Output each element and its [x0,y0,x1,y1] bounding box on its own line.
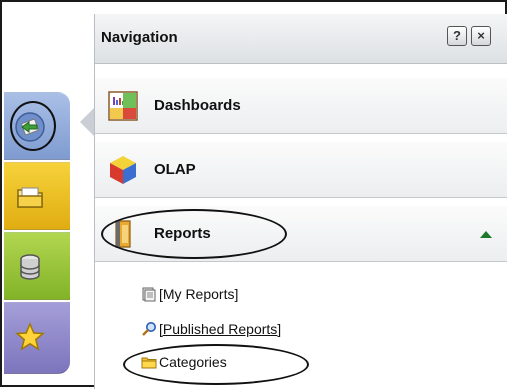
section-label: Dashboards [154,97,241,114]
annotation-ring-dock [10,101,56,151]
panel-header: Navigation ? × [95,14,507,64]
database-icon [20,254,40,280]
annotation-ring-reports [101,209,287,259]
dashboard-chart-icon [108,91,138,121]
screenshot-frame: Navigation ? × Dashboards OLAP Reports [… [0,0,507,389]
report-item-label: [Published Reports] [159,321,282,337]
help-button[interactable]: ? [447,26,467,46]
report-item-my-reports[interactable]: [My Reports] [141,286,238,302]
star-icon [15,322,45,351]
dock-button-navigation[interactable] [4,92,70,160]
olap-cube-icon [110,156,136,184]
left-dock [4,92,70,374]
folder-icon [17,187,43,208]
section-label: OLAP [154,161,196,178]
panel-title: Navigation [101,29,178,46]
dock-button-folder[interactable] [4,162,70,230]
report-item-label: [My Reports] [159,286,239,302]
section-olap[interactable]: OLAP [95,142,507,198]
dock-button-favorites[interactable] [4,302,70,374]
dock-button-database[interactable] [4,232,70,300]
close-button[interactable]: × [471,26,491,46]
collapse-arrow-icon[interactable] [480,231,492,238]
dock-pointer [80,108,94,136]
annotation-ring-categories [123,344,309,385]
search-icon [142,322,156,336]
my-reports-icon [142,287,156,302]
report-item-published-reports[interactable]: [Published Reports] [141,321,281,337]
section-reports[interactable]: Reports [95,206,507,262]
navigation-panel: Navigation ? × Dashboards OLAP Reports [… [94,14,507,389]
section-dashboards[interactable]: Dashboards [95,78,507,134]
